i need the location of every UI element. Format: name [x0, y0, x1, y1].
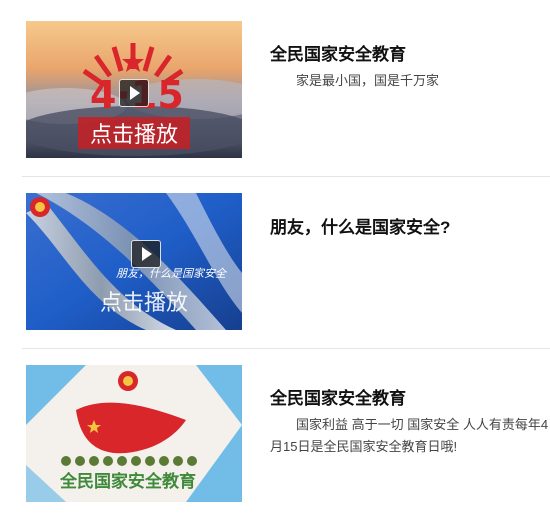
play-icon[interactable]	[119, 79, 149, 107]
video-thumbnail[interactable]: 全民国家安全教育	[26, 365, 242, 502]
video-description: 国家利益 高于一切 国家安全 人人有责每年4月15日是全民国家安全教育日哦!	[270, 417, 549, 454]
thumb-caption: 全民国家安全教育	[60, 472, 196, 492]
video-thumbnail[interactable]: 朋友，什么是国家安全 点击播放	[26, 193, 242, 330]
play-icon[interactable]	[131, 240, 161, 268]
video-thumbnail[interactable]: 4·15 点击播放	[26, 21, 242, 158]
video-title[interactable]: 朋友，什么是国家安全?	[270, 213, 450, 238]
divider	[22, 176, 550, 177]
video-description: 家是最小国，国是千万家	[296, 73, 440, 88]
thumb-play-label: 点击播放	[78, 117, 191, 149]
divider	[22, 348, 550, 349]
video-title[interactable]: 全民国家安全教育	[270, 40, 406, 65]
video-title[interactable]: 全民国家安全教育	[270, 384, 406, 409]
thumb-play-label: 点击播放	[100, 291, 189, 316]
